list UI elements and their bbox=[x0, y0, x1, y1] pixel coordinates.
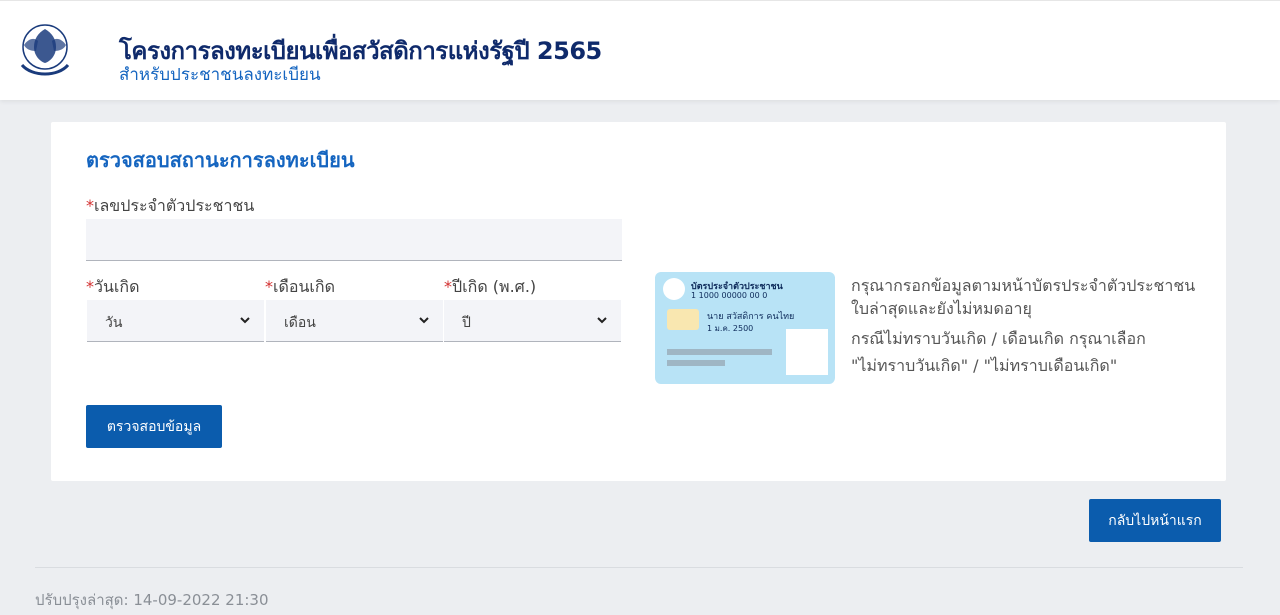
card-dob: 1 ม.ค. 2500 bbox=[707, 324, 754, 333]
instruction-text: กรุณากรอกข้อมูลตามหน้าบัตรประจำตัวประชาช… bbox=[851, 276, 1196, 295]
required-marker: * bbox=[265, 277, 273, 296]
instruction-text: "ไม่ทราบวันเกิด" / "ไม่ทราบเดือนเกิด" bbox=[851, 356, 1118, 375]
birth-day-label: *วันเกิด bbox=[86, 277, 140, 296]
last-updated-text: ปรับปรุงล่าสุด: 14-09-2022 21:30 bbox=[35, 591, 269, 609]
chevron-down-icon bbox=[597, 317, 607, 324]
page-subtitle: สำหรับประชาชนลงทะเบียน bbox=[119, 65, 321, 85]
required-marker: * bbox=[444, 277, 452, 296]
chevron-down-icon bbox=[419, 317, 429, 324]
birth-month-select[interactable]: เดือน bbox=[266, 300, 443, 342]
card-line bbox=[667, 360, 725, 366]
card-chip bbox=[667, 309, 699, 330]
card-emblem bbox=[663, 278, 685, 300]
card-line bbox=[667, 349, 772, 355]
id-number-input[interactable] bbox=[86, 219, 622, 261]
birth-month-label: *เดือนเกิด bbox=[265, 277, 335, 296]
chevron-down-icon bbox=[240, 317, 250, 324]
birth-year-label: *ปีเกิด (พ.ศ.) bbox=[444, 277, 537, 296]
instruction-text: ใบล่าสุดและยังไม่หมดอายุ bbox=[851, 299, 1032, 318]
selected-value: ปี bbox=[462, 315, 471, 331]
card-photo bbox=[786, 329, 828, 375]
required-marker: * bbox=[86, 277, 94, 296]
registration-status-form: ตรวจสอบสถานะการลงทะเบียน *เลขประจำตัวประ… bbox=[51, 122, 1226, 481]
birth-year-select[interactable]: ปี bbox=[444, 300, 621, 342]
site-header: โครงการลงทะเบียนเพื่อสวัสดิการแห่งรัฐปี … bbox=[0, 0, 1280, 100]
card-name: นาย สวัสดิการ คนไทย bbox=[707, 312, 795, 322]
id-card-illustration: บัตรประจำตัวประชาชน 1 1000 00000 00 0 นา… bbox=[655, 272, 835, 384]
instruction-text: กรณีไม่ทราบวันเกิด / เดือนเกิด กรุณาเลือ… bbox=[851, 329, 1146, 348]
form-title: ตรวจสอบสถานะการลงทะเบียน bbox=[86, 148, 355, 172]
selected-value: เดือน bbox=[284, 315, 316, 331]
garuda-emblem-icon bbox=[20, 24, 70, 76]
card-number: 1 1000 00000 00 0 bbox=[691, 291, 768, 300]
id-number-label: *เลขประจำตัวประชาชน bbox=[86, 196, 255, 215]
footer-divider bbox=[35, 567, 1243, 568]
check-data-button[interactable]: ตรวจสอบข้อมูล bbox=[86, 405, 222, 448]
birth-day-select[interactable]: วัน bbox=[87, 300, 264, 342]
selected-value: วัน bbox=[105, 315, 123, 331]
back-to-home-button[interactable]: กลับไปหน้าแรก bbox=[1089, 499, 1221, 542]
required-marker: * bbox=[86, 196, 94, 215]
